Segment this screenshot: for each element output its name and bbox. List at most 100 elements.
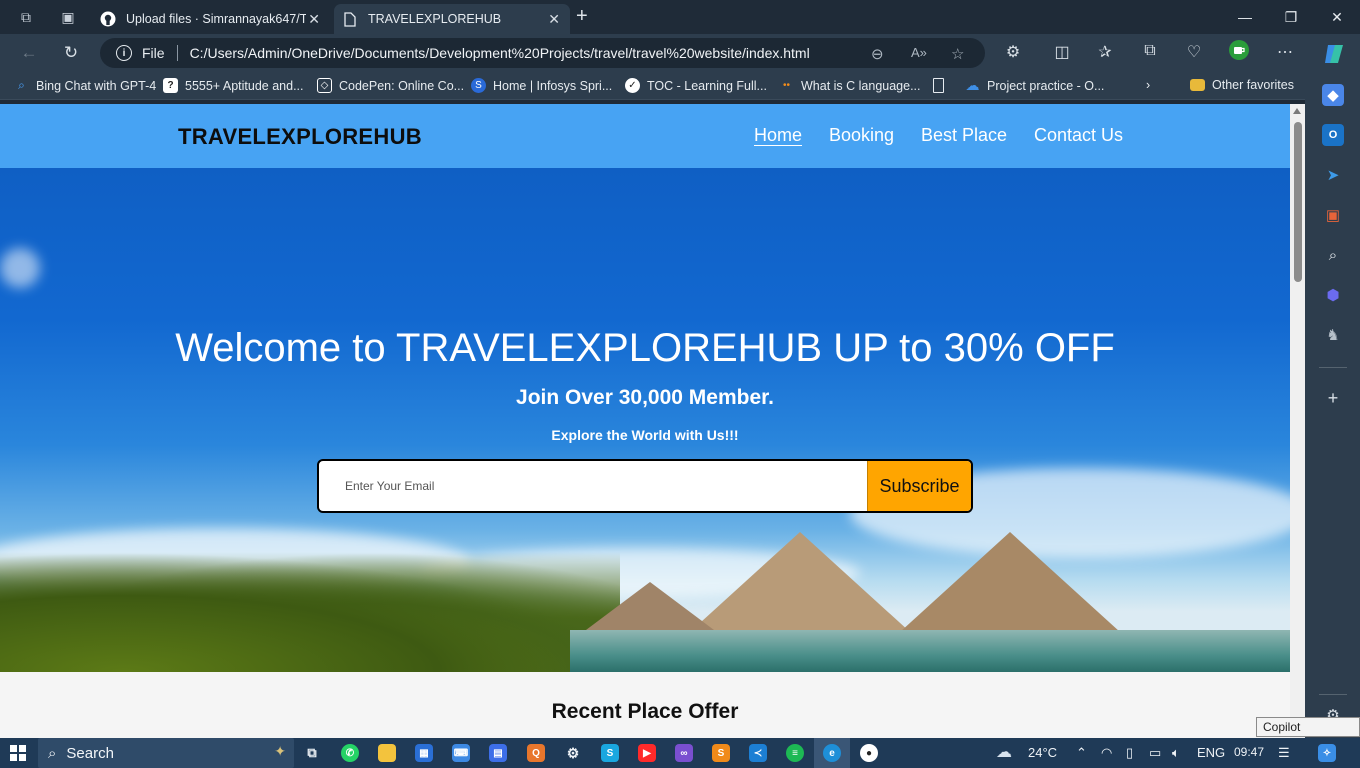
workspaces-icon[interactable]: ⧉ xyxy=(12,3,40,31)
scroll-up-icon[interactable] xyxy=(1293,108,1301,114)
q-app-icon[interactable]: Q xyxy=(527,744,545,762)
refresh-icon[interactable]: ↻ xyxy=(56,40,86,66)
weather-temp[interactable]: 24°C xyxy=(1028,745,1057,760)
tab-strip: ⧉ ▣ Upload files · Simrannayak647/Tra ✕ … xyxy=(0,0,1360,34)
nav-contact-us[interactable]: Contact Us xyxy=(1034,125,1123,146)
info-icon[interactable]: i xyxy=(116,45,132,61)
subscribe-button[interactable]: Subscribe xyxy=(867,461,971,511)
tools-icon[interactable]: ▣ xyxy=(1322,204,1344,226)
other-favorites[interactable]: Other favorites xyxy=(1190,78,1294,92)
favorite-label: Home | Infosys Spri... xyxy=(493,78,613,93)
page-scrollbar[interactable] xyxy=(1290,104,1305,738)
search-icon[interactable]: ⌕ xyxy=(1322,244,1344,266)
visual-studio-icon[interactable]: ∞ xyxy=(675,744,693,762)
favorite-label: 5555+ Aptitude and... xyxy=(185,78,304,93)
add-icon[interactable]: + xyxy=(1322,387,1344,409)
bungalows xyxy=(570,502,1290,672)
collections-icon[interactable]: ⧉ xyxy=(1139,42,1161,60)
youtube-icon[interactable]: ▶ xyxy=(638,744,656,762)
favorite-item[interactable] xyxy=(933,78,951,93)
github-icon xyxy=(100,11,116,27)
divider xyxy=(176,45,178,61)
nav-booking[interactable]: Booking xyxy=(829,125,894,146)
tab-actions-icon[interactable]: ▣ xyxy=(54,3,82,31)
favorites-icon[interactable]: ✰ xyxy=(1094,42,1116,62)
favorite-label: Bing Chat with GPT-4 xyxy=(36,78,157,93)
minimize-icon[interactable]: — xyxy=(1222,0,1268,34)
nav-home[interactable]: Home xyxy=(754,125,802,146)
m365-icon[interactable]: ⬢ xyxy=(1322,284,1344,306)
taskbar-search[interactable]: ⌕ Search ✦ xyxy=(38,738,294,768)
favorite-item[interactable]: ☁ Project practice - O... xyxy=(965,77,1105,93)
zoom-icon[interactable]: ⊖ xyxy=(871,45,884,63)
favorite-label: Project practice - O... xyxy=(987,78,1105,93)
folder-icon xyxy=(1190,79,1205,91)
copilot-icon[interactable] xyxy=(1322,42,1346,66)
phone-icon[interactable]: ▯ xyxy=(1126,745,1133,761)
send-icon[interactable]: ➤ xyxy=(1322,164,1344,186)
favorite-item[interactable]: ✓ TOC - Learning Full... xyxy=(625,78,767,93)
hero-banner: Welcome to TRAVELEXPLOREHUB UP to 30% OF… xyxy=(0,168,1290,672)
page-viewport: TRAVELEXPLOREHUB Home Booking Best Place… xyxy=(0,104,1290,738)
favorite-star-icon[interactable]: ☆ xyxy=(951,45,964,63)
restore-icon[interactable]: ❐ xyxy=(1268,0,1314,34)
whatsapp-icon[interactable]: ✆ xyxy=(341,744,359,762)
chevron-right-icon[interactable]: › xyxy=(1146,78,1150,92)
more-options-icon[interactable]: ⋯ xyxy=(1274,42,1296,62)
read-aloud-icon[interactable]: A» xyxy=(911,45,927,60)
volume-icon[interactable]: 🔈︎ xyxy=(1172,745,1180,761)
file-explorer-icon[interactable] xyxy=(378,744,396,762)
store-icon[interactable]: ▦ xyxy=(415,744,433,762)
edge-icon[interactable]: e xyxy=(823,744,841,762)
nav-best-place[interactable]: Best Place xyxy=(921,125,1007,146)
tab-travelexplorehub[interactable]: TRAVELEXPLOREHUB ✕ xyxy=(334,4,570,34)
games-icon[interactable]: ♞ xyxy=(1322,324,1344,346)
new-tab-icon[interactable]: + xyxy=(576,5,588,28)
close-icon[interactable]: ✕ xyxy=(548,11,560,28)
github-desktop-icon[interactable]: ● xyxy=(860,744,878,762)
notifications-icon[interactable]: ☰ xyxy=(1278,745,1290,761)
windows-start-icon[interactable] xyxy=(10,745,26,761)
site-brand[interactable]: TRAVELEXPLOREHUB xyxy=(178,124,422,150)
browser-essentials-icon[interactable]: ♡ xyxy=(1183,42,1205,62)
tag-icon[interactable]: ◆ xyxy=(1322,84,1344,106)
favorite-item[interactable]: S Home | Infosys Spri... xyxy=(471,78,612,93)
scrollbar-thumb[interactable] xyxy=(1294,122,1302,282)
email-input[interactable] xyxy=(329,461,859,511)
outlook-icon[interactable]: O xyxy=(1322,124,1344,146)
battery-icon[interactable]: ▭ xyxy=(1149,745,1161,761)
sublime-icon[interactable]: S xyxy=(712,744,730,762)
favorite-item[interactable]: •• What is C language... xyxy=(779,78,921,93)
search-highlight-icon: ✦ xyxy=(274,743,286,759)
copilot-taskbar-icon[interactable]: ✧ xyxy=(1318,744,1336,762)
split-screen-icon[interactable]: ◫ xyxy=(1051,42,1073,62)
codepen-icon: ◇ xyxy=(317,78,332,93)
url-text[interactable]: C:/Users/Admin/OneDrive/Documents/Develo… xyxy=(190,45,810,61)
clock-time[interactable]: 09:47 xyxy=(1234,745,1264,759)
back-icon[interactable]: ← xyxy=(14,40,44,66)
tab-github-upload[interactable]: Upload files · Simrannayak647/Tra ✕ xyxy=(92,4,330,34)
language-indicator[interactable]: ENG xyxy=(1197,745,1225,760)
app-icon[interactable]: ▤ xyxy=(489,744,507,762)
close-icon[interactable]: ✕ xyxy=(308,11,320,28)
chevron-up-icon[interactable]: ⌃ xyxy=(1076,745,1087,761)
cloud xyxy=(0,248,40,288)
address-bar[interactable]: i File C:/Users/Admin/OneDrive/Documents… xyxy=(100,38,985,68)
spotify-icon[interactable]: ≡ xyxy=(786,744,804,762)
task-view-icon[interactable]: ⧉ xyxy=(303,744,321,762)
vscode-icon[interactable]: ≺ xyxy=(749,744,767,762)
section-title: Recent Place Offer xyxy=(551,700,739,723)
favorite-item[interactable]: ⌕ Bing Chat with GPT-4 xyxy=(14,78,156,93)
skype-icon[interactable]: S xyxy=(601,744,619,762)
close-window-icon[interactable]: ✕ xyxy=(1314,0,1360,34)
keyboard-icon[interactable]: ⌨ xyxy=(452,744,470,762)
favorite-item[interactable]: ◇ CodePen: Online Co... xyxy=(317,78,464,93)
settings-icon[interactable]: ⚙ xyxy=(564,744,582,762)
extensions-icon[interactable]: ⚙ xyxy=(1002,42,1024,62)
cloud-icon[interactable]: ☁ xyxy=(996,742,1012,762)
wifi-icon[interactable]: ◠ xyxy=(1101,745,1112,761)
favorite-item[interactable]: ? 5555+ Aptitude and... xyxy=(163,78,304,93)
profile-avatar-icon[interactable] xyxy=(1228,39,1250,66)
scheme-label: File xyxy=(142,45,165,61)
divider xyxy=(1319,367,1347,368)
